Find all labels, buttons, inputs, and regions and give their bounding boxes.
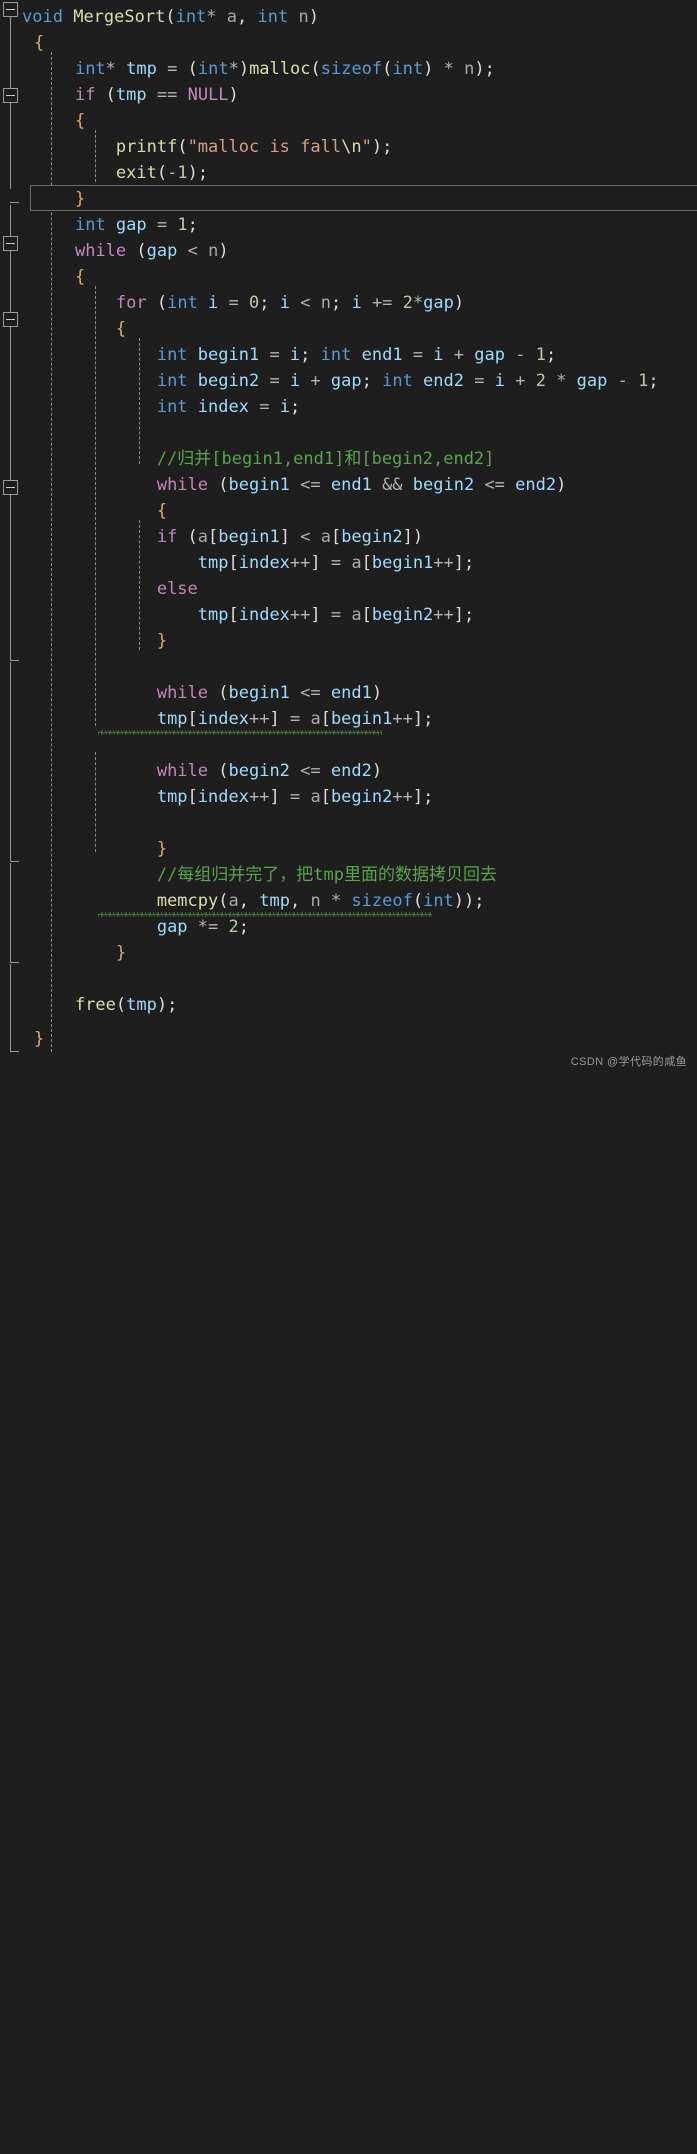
code-line-23[interactable]: else <box>0 576 697 602</box>
code-line-22[interactable]: tmp[index++] = a[begin1++]; <box>0 550 697 576</box>
code-editor[interactable]: void MergeSort(int* a, int n) { int* tmp… <box>0 0 697 1077</box>
code-line-12[interactable]: for (int i = 0; i < n; i += 2*gap) <box>0 290 697 316</box>
code-line-7[interactable]: exit(-1); <box>0 160 697 186</box>
code-line-15[interactable]: int begin2 = i + gap; int end2 = i + 2 *… <box>0 368 697 394</box>
code-line-25[interactable]: } <box>0 628 697 654</box>
code-line-16[interactable]: int index = i; <box>0 394 697 420</box>
code-line-3[interactable]: int* tmp = (int*)malloc(sizeof(int) * n)… <box>0 56 697 82</box>
code-content[interactable]: void MergeSort(int* a, int n) { int* tmp… <box>0 0 697 2154</box>
code-line-34[interactable]: //每组归并完了，把tmp里面的数据拷贝回去 <box>0 862 697 888</box>
watermark: CSDN @学代码的咸鱼 <box>570 1056 687 1068</box>
code-line-21[interactable]: if (a[begin1] < a[begin2]) <box>0 524 697 550</box>
code-line-26[interactable] <box>0 654 697 680</box>
code-line-19[interactable]: while (begin1 <= end1 && begin2 <= end2) <box>0 472 697 498</box>
code-line-35[interactable]: memcpy(a, tmp, n * sizeof(int)); <box>0 888 697 914</box>
code-line-36[interactable]: gap *= 2; <box>0 914 697 940</box>
comment-merge-ranges: //归并[begin1,end1]和[begin2,end2] <box>156 449 495 469</box>
code-line-17[interactable] <box>0 420 697 446</box>
code-line-30[interactable]: while (begin2 <= end2) <box>0 758 697 784</box>
code-line-2[interactable]: { <box>0 30 697 56</box>
comment-copy-back: //每组归并完了，把tmp里面的数据拷贝回去 <box>156 865 498 885</box>
warning-squiggle-line-28 <box>98 730 382 735</box>
code-line-39[interactable]: free(tmp); <box>0 992 697 1018</box>
code-line-13[interactable]: { <box>0 316 697 342</box>
code-line-6[interactable]: printf("malloc is fall\n"); <box>0 134 697 160</box>
code-line-31[interactable]: tmp[index++] = a[begin2++]; <box>0 784 697 810</box>
code-line-9[interactable]: int gap = 1; <box>0 212 697 238</box>
code-line-33[interactable]: } <box>0 836 697 862</box>
code-line-27[interactable]: while (begin1 <= end1) <box>0 680 697 706</box>
code-line-29[interactable] <box>0 732 697 758</box>
code-line-5[interactable]: { <box>0 108 697 134</box>
code-line-1[interactable]: void MergeSort(int* a, int n) <box>0 4 697 30</box>
warning-squiggle-line-35 <box>98 912 432 917</box>
code-line-28[interactable]: tmp[index++] = a[begin1++]; <box>0 706 697 732</box>
code-line-32[interactable] <box>0 810 697 836</box>
code-line-4[interactable]: if (tmp == NULL) <box>0 82 697 108</box>
code-line-10[interactable]: while (gap < n) <box>0 238 697 264</box>
code-line-38[interactable] <box>0 966 697 992</box>
code-line-14[interactable]: int begin1 = i; int end1 = i + gap - 1; <box>0 342 697 368</box>
code-line-20[interactable]: { <box>0 498 697 524</box>
code-line-11[interactable]: { <box>0 264 697 290</box>
code-line-8[interactable]: } <box>0 186 697 212</box>
code-line-37[interactable]: } <box>0 940 697 966</box>
code-line-24[interactable]: tmp[index++] = a[begin2++]; <box>0 602 697 628</box>
code-line-40[interactable]: } <box>0 1026 697 1052</box>
code-line-18[interactable]: //归并[begin1,end1]和[begin2,end2] <box>0 446 697 472</box>
